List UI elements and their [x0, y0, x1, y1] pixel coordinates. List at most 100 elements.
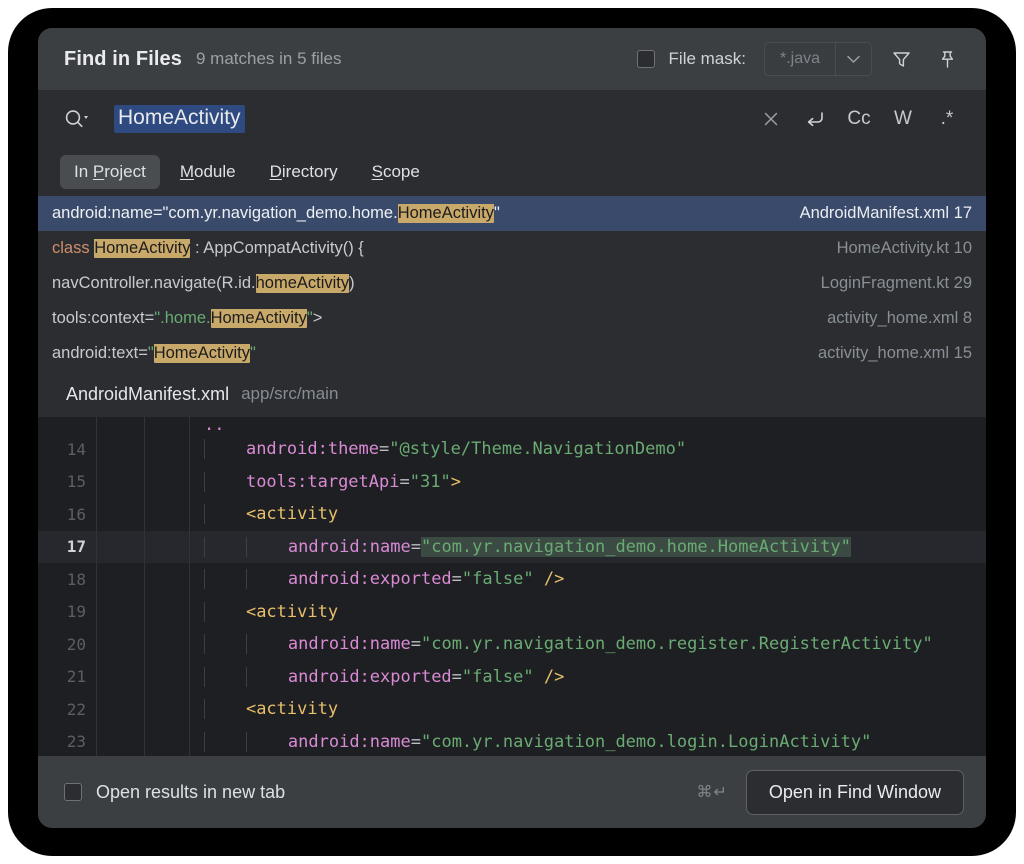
- file-mask-checkbox[interactable]: [636, 50, 655, 68]
- scope-tab-in-project[interactable]: In Project: [60, 155, 160, 189]
- newline-icon[interactable]: [798, 102, 832, 136]
- code-line: 19 <activity: [38, 595, 986, 628]
- close-icon[interactable]: [754, 102, 788, 136]
- preview-file-path: app/src/main: [241, 384, 339, 403]
- result-row-text: android:name="com.yr.navigation_demo.hom…: [52, 204, 500, 223]
- result-row-text: tools:context=".home.HomeActivity">: [52, 309, 323, 328]
- result-row-file: LoginFragment.kt 29: [820, 274, 972, 292]
- file-mask-combo[interactable]: *.java: [764, 42, 872, 76]
- code-line: 17 android:name="com.yr.navigation_demo.…: [38, 530, 986, 563]
- code-line-text: tools:targetApi="31">: [190, 471, 461, 492]
- search-options: Cc W .*: [754, 102, 964, 136]
- screenshot-root: Find in Files 9 matches in 5 files File …: [0, 0, 1024, 864]
- gutter-fold-column: [144, 725, 190, 756]
- open-results-new-tab-checkbox[interactable]: [64, 783, 82, 801]
- preview-file-header: AndroidManifest.xml app/src/main: [38, 371, 986, 417]
- code-line-text: android:name="com.yr.navigation_demo.reg…: [190, 634, 933, 655]
- preview-file-name: AndroidManifest.xml: [66, 383, 230, 404]
- gutter-fold-column: [144, 628, 190, 661]
- gutter-line-number[interactable]: 19: [38, 602, 96, 621]
- search-row: HomeActivity Cc W .*: [38, 90, 986, 148]
- result-row-text: class HomeActivity : AppCompatActivity()…: [52, 239, 364, 258]
- code-line-text: android:theme="@style/Theme.NavigationDe…: [190, 439, 686, 460]
- result-row-file: AndroidManifest.xml 17: [799, 204, 972, 222]
- result-row-file: HomeActivity.kt 10: [836, 239, 972, 257]
- code-line: 23 android:name="com.yr.navigation_demo.…: [38, 725, 986, 756]
- result-row[interactable]: navController.navigate(R.id.homeActivity…: [38, 266, 986, 301]
- code-line-text: android:exported="false" />: [190, 666, 564, 687]
- gutter-fold-column: [144, 417, 190, 433]
- code-line-partial: ..: [38, 417, 986, 433]
- code-line: 20 android:name="com.yr.navigation_demo.…: [38, 628, 986, 661]
- result-row[interactable]: android:text="HomeActivity" activity_home…: [38, 336, 986, 371]
- code-line-text: <activity: [190, 601, 338, 622]
- gutter-fold-column: [144, 530, 190, 563]
- search-icon[interactable]: [64, 108, 90, 130]
- gutter-annotation-column: [96, 660, 144, 693]
- gutter-line-number[interactable]: 22: [38, 700, 96, 719]
- pin-icon[interactable]: [930, 42, 964, 76]
- code-line: 18 android:exported="false" />: [38, 563, 986, 596]
- code-line-text: android:exported="false" />: [190, 569, 564, 590]
- gutter-annotation-column: [96, 563, 144, 596]
- gutter-fold-column: [144, 595, 190, 628]
- code-line: 14 android:theme="@style/Theme.Navigatio…: [38, 433, 986, 466]
- code-lines: 14 android:theme="@style/Theme.Navigatio…: [38, 433, 986, 756]
- match-case-toggle[interactable]: Cc: [842, 108, 876, 130]
- scope-tab-bar: In Project Module Directory Scope: [38, 148, 986, 196]
- gutter-annotation-column: [96, 693, 144, 726]
- code-line: 22 <activity: [38, 693, 986, 726]
- code-line-text: <activity: [190, 699, 338, 720]
- chevron-down-icon[interactable]: [835, 43, 871, 75]
- gutter-annotation-column: [96, 498, 144, 531]
- titlebar-controls: File mask: *.java: [636, 42, 964, 76]
- gutter-line-number[interactable]: 17: [38, 537, 96, 556]
- open-in-find-window-button[interactable]: Open in Find Window: [745, 769, 964, 815]
- find-in-files-dialog: Find in Files 9 matches in 5 files File …: [38, 28, 986, 828]
- gutter-annotation-column: [96, 433, 144, 466]
- search-field-group[interactable]: HomeActivity: [64, 104, 245, 134]
- gutter-annotation-column: [96, 417, 144, 433]
- code-line-text: android:name="com.yr.navigation_demo.hom…: [190, 536, 851, 557]
- gutter-annotation-column: [96, 530, 144, 563]
- gutter-annotation-column: [96, 595, 144, 628]
- dialog-footer: Open results in new tab ⌘↵ Open in Find …: [38, 756, 986, 828]
- gutter-line-number[interactable]: 20: [38, 635, 96, 654]
- gutter-fold-column: [144, 660, 190, 693]
- gutter-fold-column: [144, 433, 190, 466]
- result-row[interactable]: android:name="com.yr.navigation_demo.hom…: [38, 196, 986, 231]
- scope-tab-directory[interactable]: Directory: [256, 155, 352, 189]
- gutter-line-number[interactable]: 14: [38, 440, 96, 459]
- result-row[interactable]: class HomeActivity : AppCompatActivity()…: [38, 231, 986, 266]
- results-list[interactable]: android:name="com.yr.navigation_demo.hom…: [38, 196, 986, 371]
- gutter-line-number[interactable]: 16: [38, 505, 96, 524]
- gutter-line-number[interactable]: 18: [38, 570, 96, 589]
- footer-actions: ⌘↵ Open in Find Window: [696, 769, 964, 815]
- code-line: 16 <activity: [38, 498, 986, 531]
- scope-tab-module[interactable]: Module: [166, 155, 250, 189]
- code-preview[interactable]: .. 14 android:theme="@style/Theme.Naviga…: [38, 417, 986, 756]
- words-toggle[interactable]: W: [886, 108, 920, 130]
- gutter-annotation-column: [96, 725, 144, 756]
- gutter-line-number[interactable]: 21: [38, 667, 96, 686]
- shortcut-hint: ⌘↵: [696, 784, 728, 801]
- result-row-file: activity_home.xml 8: [827, 309, 972, 327]
- gutter-fold-column: [144, 563, 190, 596]
- scope-tab-scope[interactable]: Scope: [358, 155, 434, 189]
- open-results-new-tab-label: Open results in new tab: [96, 781, 286, 802]
- code-line-text: android:name="com.yr.navigation_demo.log…: [190, 731, 871, 752]
- page-title: Find in Files: [64, 47, 182, 70]
- file-mask-input[interactable]: *.java: [765, 43, 835, 75]
- gutter-line-number[interactable]: 15: [38, 472, 96, 491]
- regex-toggle[interactable]: .*: [930, 108, 964, 130]
- result-row-file: activity_home.xml 15: [817, 344, 972, 362]
- gutter-fold-column: [144, 498, 190, 531]
- search-input[interactable]: HomeActivity: [114, 104, 245, 134]
- gutter-fold-column: [144, 465, 190, 498]
- dialog-titlebar: Find in Files 9 matches in 5 files File …: [38, 28, 986, 90]
- result-row[interactable]: tools:context=".home.HomeActivity"> activ…: [38, 301, 986, 336]
- code-line: 15 tools:targetApi="31">: [38, 465, 986, 498]
- file-mask-label: File mask:: [668, 49, 746, 68]
- filter-icon[interactable]: [884, 42, 918, 76]
- gutter-line-number[interactable]: 23: [38, 732, 96, 751]
